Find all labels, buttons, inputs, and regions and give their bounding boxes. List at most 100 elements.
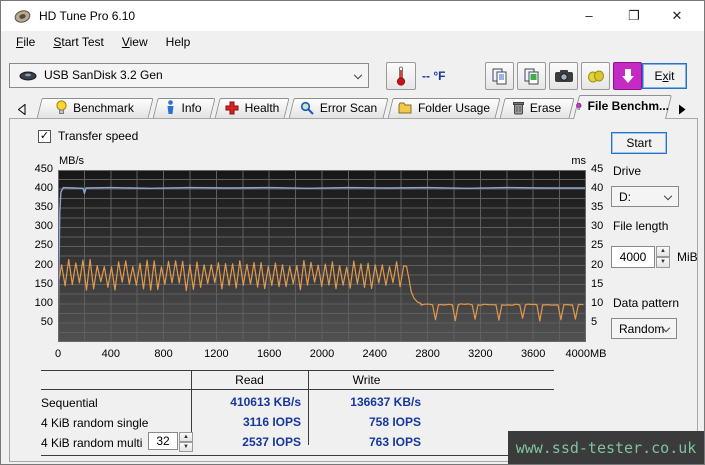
axis-tick-label: 2800: [415, 348, 440, 360]
window-title: HD Tune Pro 6.10: [39, 9, 136, 23]
device-name: USB SanDisk 3.2 Gen: [44, 68, 163, 82]
menu-view[interactable]: View: [113, 31, 157, 53]
random-single-write-value: 758 IOPS: [368, 415, 421, 429]
drive-value: D:: [619, 190, 631, 204]
table-rule-header: [41, 389, 554, 390]
close-button[interactable]: ✕: [662, 1, 692, 31]
folder-icon: [398, 102, 412, 113]
data-pattern-select[interactable]: Random: [611, 318, 677, 339]
copy-image-button[interactable]: [517, 62, 546, 90]
axis-tick-label: 1200: [204, 348, 229, 360]
axis-tick-label: 400: [101, 348, 120, 360]
random-multi-read-value: 2537 IOPS: [242, 435, 301, 449]
axis-tick-label: 200: [34, 258, 53, 271]
sequential-read-value: 410613 KB/s: [230, 395, 301, 409]
axis-tick-label: 100: [34, 296, 53, 309]
tab-health[interactable]: Health: [217, 98, 287, 119]
menu-help[interactable]: Help: [157, 31, 200, 53]
row-label-sequential: Sequential: [41, 396, 98, 410]
file-length-stepper[interactable]: ▲ ▼: [656, 246, 670, 268]
tab-label: Erase: [529, 100, 562, 115]
tab-erase[interactable]: Erase: [502, 98, 572, 119]
temperature-value: -- °F: [422, 69, 446, 83]
camera-icon: [554, 70, 573, 82]
tab-file-benchmark[interactable]: File Benchm...: [576, 95, 669, 119]
axis-tick-label: 800: [154, 348, 173, 360]
tab-benchmark[interactable]: Benchmark: [39, 98, 151, 119]
random-multi-write-value: 763 IOPS: [368, 435, 421, 449]
drive-select[interactable]: D:: [611, 186, 679, 207]
copy-image-icon: [524, 68, 538, 85]
data-pattern-label: Data pattern: [613, 296, 680, 310]
minimize-button[interactable]: –: [574, 1, 604, 31]
start-button[interactable]: Start: [611, 132, 667, 154]
watermark: www.ssd-tester.co.uk: [508, 431, 704, 464]
download-button[interactable]: [613, 62, 642, 90]
watermark-text: www.ssd-tester.co.uk: [515, 438, 697, 457]
tab-scroll-left-button[interactable]: [14, 101, 30, 117]
magnifier-icon: [300, 101, 314, 115]
health-cross-icon: [225, 101, 239, 114]
title-bar: HD Tune Pro 6.10 – ❐ ✕: [1, 1, 704, 31]
file-length-unit: MiB: [677, 250, 698, 264]
tab-label: File Benchm...: [587, 99, 669, 113]
benchmark-chart: [58, 170, 586, 342]
file-length-label: File length: [613, 219, 669, 233]
download-arrow-icon: [621, 69, 634, 83]
axis-tick-label: 3200: [468, 348, 493, 360]
app-disk-icon: [14, 10, 31, 23]
axis-tick-label: 2000: [309, 348, 335, 360]
table-rule-top: [41, 370, 554, 371]
menu-start-test[interactable]: Start Test: [44, 31, 112, 53]
trash-icon: [512, 101, 524, 114]
sequential-write-value: 136637 KB/s: [350, 395, 421, 409]
axis-tick-label: 4000MB: [565, 348, 607, 360]
screenshot-button[interactable]: [549, 62, 578, 90]
save-button[interactable]: [581, 62, 610, 90]
benchmark-bulb-icon: [56, 100, 67, 114]
queue-depth-input[interactable]: 32: [148, 432, 178, 450]
copy-text-button[interactable]: [485, 62, 514, 90]
file-benchmark-bulb-icon: [576, 102, 582, 110]
arrow-right-icon: [679, 104, 686, 114]
temperature-button[interactable]: [386, 62, 416, 90]
transfer-speed-checkbox[interactable]: ✓: [38, 130, 51, 143]
thermometer-icon: [396, 66, 406, 86]
tab-error-scan[interactable]: Error Scan: [291, 98, 386, 119]
axis-tick-label: 300: [34, 220, 53, 233]
axis-tick-label: 50: [40, 315, 53, 328]
axis-tick-label: 0: [54, 348, 62, 360]
random-single-read-value: 3116 IOPS: [242, 415, 301, 429]
device-disk-icon: [19, 71, 37, 81]
stepper-up-icon[interactable]: ▲: [656, 246, 670, 257]
row-label-random-multi: 4 KiB random multi: [41, 436, 143, 450]
axis-tick-label: 3600: [520, 348, 546, 360]
table-rule-bottom: [41, 455, 546, 456]
tab-info[interactable]: Info: [155, 98, 213, 119]
chevron-down-icon: [663, 191, 673, 200]
stepper-down-icon[interactable]: ▼: [656, 257, 670, 268]
drive-label: Drive: [613, 164, 642, 178]
axis-tick-label: 15: [591, 277, 604, 290]
menu-bar: File Start Test View Help: [1, 31, 704, 53]
data-pattern-value: Random: [619, 322, 665, 336]
hd-tune-pro-window: HD Tune Pro 6.10 – ❐ ✕ File Start Test V…: [0, 0, 705, 465]
tab-label: Benchmark: [73, 100, 134, 115]
transfer-speed-label: Transfer speed: [58, 129, 139, 143]
menu-file[interactable]: File: [7, 31, 44, 53]
tab-folder-usage[interactable]: Folder Usage: [390, 98, 498, 119]
tab-scroll-right-button[interactable]: [674, 101, 690, 117]
tab-label: Info: [181, 100, 202, 115]
file-length-input[interactable]: 4000: [611, 246, 655, 268]
y-axis-unit-left: MB/s: [59, 155, 85, 167]
axis-tick-label: 450: [34, 163, 53, 175]
exit-button[interactable]: Exit: [642, 63, 687, 89]
hands-icon: [587, 70, 604, 83]
device-select[interactable]: USB SanDisk 3.2 Gen: [9, 63, 369, 88]
write-column-header: Write: [352, 373, 381, 387]
y-axis-unit-right: ms: [571, 155, 586, 167]
tab-label: Error Scan: [319, 100, 378, 115]
axis-tick-label: 350: [34, 201, 53, 214]
tab-label: Health: [244, 100, 280, 115]
maximize-button[interactable]: ❐: [619, 1, 649, 31]
